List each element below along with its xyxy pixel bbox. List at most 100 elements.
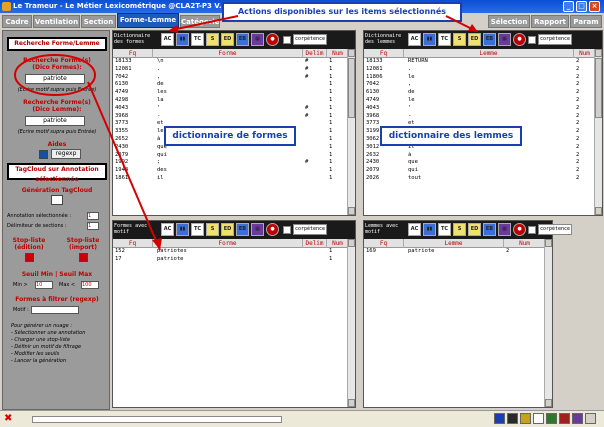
formes-scrollbar[interactable] [347, 49, 355, 215]
table-row[interactable]: 2430 que 2 [364, 159, 594, 167]
toolbar-TC-icon[interactable]: TC [438, 223, 451, 236]
toolbar-bar-chart-icon[interactable]: ▮▮ [423, 223, 436, 236]
search-lemme-input[interactable]: patriote [25, 116, 85, 126]
toolbar-grid-icon[interactable]: ▦ [251, 33, 264, 46]
toolbar-EB-icon[interactable]: EB [236, 33, 249, 46]
col-header-forme[interactable]: Forme [153, 49, 303, 58]
col-header-fq[interactable]: Fq [364, 49, 404, 58]
toolbar-grid-icon[interactable]: ▦ [251, 223, 264, 236]
tagcloud-icon[interactable] [51, 195, 63, 205]
table-row[interactable]: 18133 RETURN 2 [364, 58, 594, 66]
corpetence-checkbox[interactable] [528, 36, 536, 44]
toolbar-AC-icon[interactable]: AC [408, 223, 421, 236]
toolbar-bar-chart-icon[interactable]: ▮▮ [176, 33, 189, 46]
toolbar-S-icon[interactable]: S [206, 33, 219, 46]
delimiteur-field[interactable]: 1 [87, 222, 99, 230]
col-header-fq[interactable]: Fq [113, 49, 153, 58]
table-row[interactable]: 12081. 2 [364, 66, 594, 74]
toolbar-TC-icon[interactable]: TC [438, 33, 451, 46]
table-row[interactable]: 6130 de 1 [113, 81, 347, 89]
lemmes-sel-scrollbar[interactable] [544, 239, 552, 407]
toolbar-EB-icon[interactable]: EB [483, 33, 496, 46]
save-icon[interactable] [494, 413, 505, 424]
table-row[interactable]: 3968 - 2 [364, 113, 594, 121]
toolbar-TC-icon[interactable]: TC [191, 33, 204, 46]
table-row[interactable]: 4749 le 2 [364, 97, 594, 105]
col-header-lemme[interactable]: Lemme [404, 239, 504, 248]
info-icon[interactable] [585, 413, 596, 424]
table-row[interactable]: 17 patriote 1 [113, 256, 347, 264]
folder-icon[interactable] [520, 413, 531, 424]
corpetence-checkbox[interactable] [528, 226, 536, 234]
table-row[interactable]: 4749 les 1 [113, 89, 347, 97]
maximize-button[interactable]: □ [576, 1, 587, 12]
toolbar-circle-icon[interactable]: ● [266, 33, 279, 46]
table-row[interactable]: 2632 à 2 [364, 152, 594, 160]
col-header-forme[interactable]: Forme [153, 239, 303, 248]
col-header-num[interactable]: Num [574, 49, 596, 58]
tab-param[interactable]: Param [570, 15, 602, 28]
col-header-lemme[interactable]: Lemme [404, 49, 574, 58]
col-header-delim[interactable]: Delim [303, 239, 327, 248]
toolbar-bar-chart-icon[interactable]: ▮▮ [423, 33, 436, 46]
corpetence-checkbox[interactable] [283, 226, 291, 234]
col-header-fq[interactable]: Fq [113, 239, 153, 248]
table-row[interactable]: 2079 qui 2 [364, 167, 594, 175]
toolbar-AC-icon[interactable]: AC [161, 33, 174, 46]
table-row[interactable]: 1944 des 1 [113, 167, 347, 175]
toolbar-circle-icon[interactable]: ● [266, 223, 279, 236]
minimize-button[interactable]: _ [563, 1, 574, 12]
table-row[interactable]: 2026 tout 2 [364, 175, 594, 183]
help-icon[interactable] [39, 150, 48, 159]
toolbar-TC-icon[interactable]: TC [191, 223, 204, 236]
toolbar-grid-icon[interactable]: ▦ [498, 33, 511, 46]
toolbar-S-icon[interactable]: S [206, 223, 219, 236]
table-row[interactable]: 152 patriotes 1 [113, 248, 347, 256]
tab-ventilation[interactable]: Ventilation [33, 15, 80, 28]
col-header-num[interactable]: Num [504, 239, 546, 248]
tab-forme-lemme[interactable]: Forme-Lemme [117, 13, 179, 28]
toolbar-EB-icon[interactable]: EB [236, 223, 249, 236]
toolbar-ED-icon[interactable]: ED [468, 33, 481, 46]
table-row[interactable]: 4043 ' #1 [113, 105, 347, 113]
table-row[interactable]: 7042, 2 [364, 81, 594, 89]
toolbar-S-icon[interactable]: S [453, 33, 466, 46]
table-row[interactable]: 7042, #1 [113, 74, 347, 82]
table-row[interactable]: 11806 le 2 [364, 74, 594, 82]
stoplist-import-icon[interactable] [79, 253, 88, 262]
toolbar-EB-icon[interactable]: EB [483, 223, 496, 236]
tab-categorie[interactable]: Catégorie [180, 15, 220, 28]
table-row[interactable]: 18133 \n #1 [113, 58, 347, 66]
document-icon[interactable] [533, 413, 544, 424]
toolbar-circle-icon[interactable]: ● [513, 33, 526, 46]
close-x-icon[interactable]: ✖ [4, 414, 14, 424]
min-field[interactable]: 10 [35, 281, 53, 289]
table-row[interactable]: 1992; #1 [113, 159, 347, 167]
regexp-button[interactable]: regexp [51, 149, 81, 159]
table-row[interactable]: 4298 la 1 [113, 97, 347, 105]
toolbar-S-icon[interactable]: S [453, 223, 466, 236]
table-row[interactable]: 6130 de 2 [364, 89, 594, 97]
toolbar-bar-chart-icon[interactable]: ▮▮ [176, 223, 189, 236]
stoplist-edit-icon[interactable] [25, 253, 34, 262]
lemmes-scrollbar[interactable] [594, 49, 602, 215]
formes-sel-scrollbar[interactable] [347, 239, 355, 407]
table-row[interactable]: 2079 qui 1 [113, 152, 347, 160]
annotation-field[interactable]: 1 [87, 212, 99, 220]
table-row[interactable]: 12081. #1 [113, 66, 347, 74]
table-row[interactable]: 3968 - #1 [113, 113, 347, 121]
col-header-delim[interactable]: Delim [303, 49, 327, 58]
toolbar-circle-icon[interactable]: ● [513, 223, 526, 236]
toolbar-ED-icon[interactable]: ED [221, 33, 234, 46]
chart-icon[interactable] [546, 413, 557, 424]
toolbar-ED-icon[interactable]: ED [468, 223, 481, 236]
tab-cadre[interactable]: Cadre [2, 15, 32, 28]
tab-rapport[interactable]: Rapport [531, 15, 569, 28]
stop-icon[interactable] [559, 413, 570, 424]
col-header-num[interactable]: Num [327, 239, 349, 248]
settings-icon[interactable] [507, 413, 518, 424]
tab-selection[interactable]: Sélection [488, 15, 530, 28]
tab-section[interactable]: Section [81, 15, 116, 28]
toolbar-AC-icon[interactable]: AC [408, 33, 421, 46]
motif-field[interactable] [31, 306, 79, 314]
